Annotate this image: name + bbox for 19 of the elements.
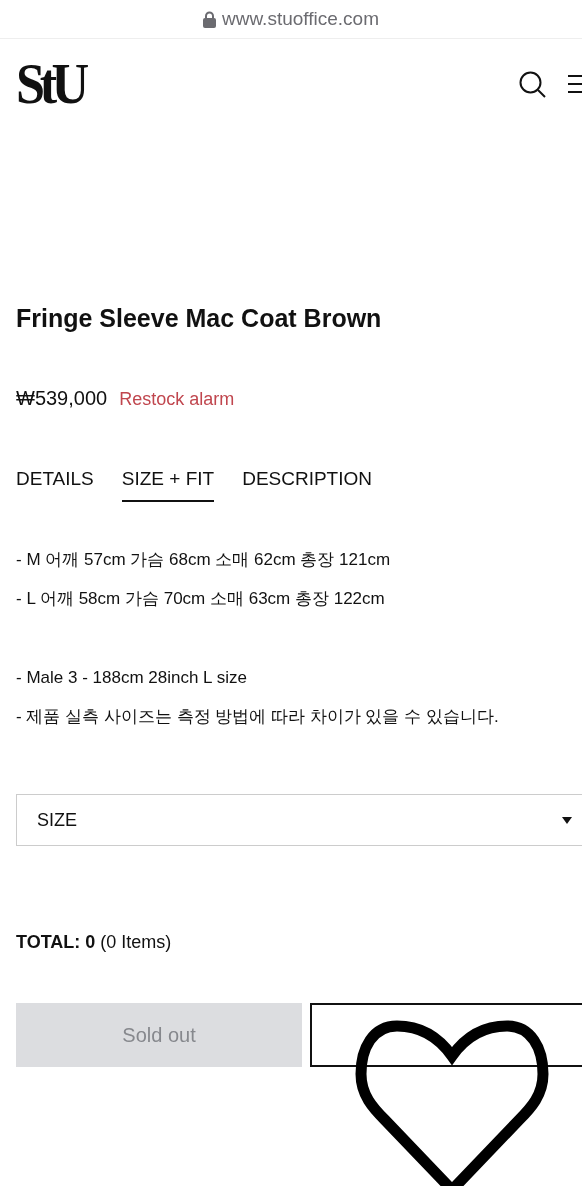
size-fit-text: - Male 3 - 188cm 28inch L size: [16, 667, 248, 689]
restock-link[interactable]: Restock alarm: [119, 389, 235, 410]
price: ₩539,000: [16, 387, 108, 410]
size-select[interactable]: SIZE: [16, 794, 582, 846]
lock-icon: [203, 10, 216, 28]
logo[interactable]: StU: [16, 55, 84, 113]
total-text: TOTAL: 0 (0 Items): [16, 932, 173, 953]
search-icon[interactable]: [519, 70, 546, 98]
size-fit-text: - M 어깨 57cm 가슴 68cm 소매 62cm 총장 121cm: [16, 549, 392, 571]
heart-icon[interactable]: [355, 1020, 549, 1186]
menu-icon[interactable]: [568, 74, 582, 94]
size-fit-text: - L 어깨 58cm 가슴 70cm 소매 63cm 총장 122cm: [16, 588, 386, 610]
caret-icon: [562, 816, 572, 824]
tab[interactable]: DETAILS: [16, 468, 94, 502]
url-text[interactable]: www.stuoffice.com: [222, 8, 379, 30]
size-fit-text: - 제품 실측 사이즈는 측정 방법에 따라 차이가 있을 수 있습니다.: [16, 706, 500, 728]
product-title: Fringe Sleeve Mac Coat Brown: [16, 304, 383, 333]
tab[interactable]: DESCRIPTION: [242, 468, 372, 502]
tab[interactable]: SIZE + FIT: [121, 468, 215, 502]
